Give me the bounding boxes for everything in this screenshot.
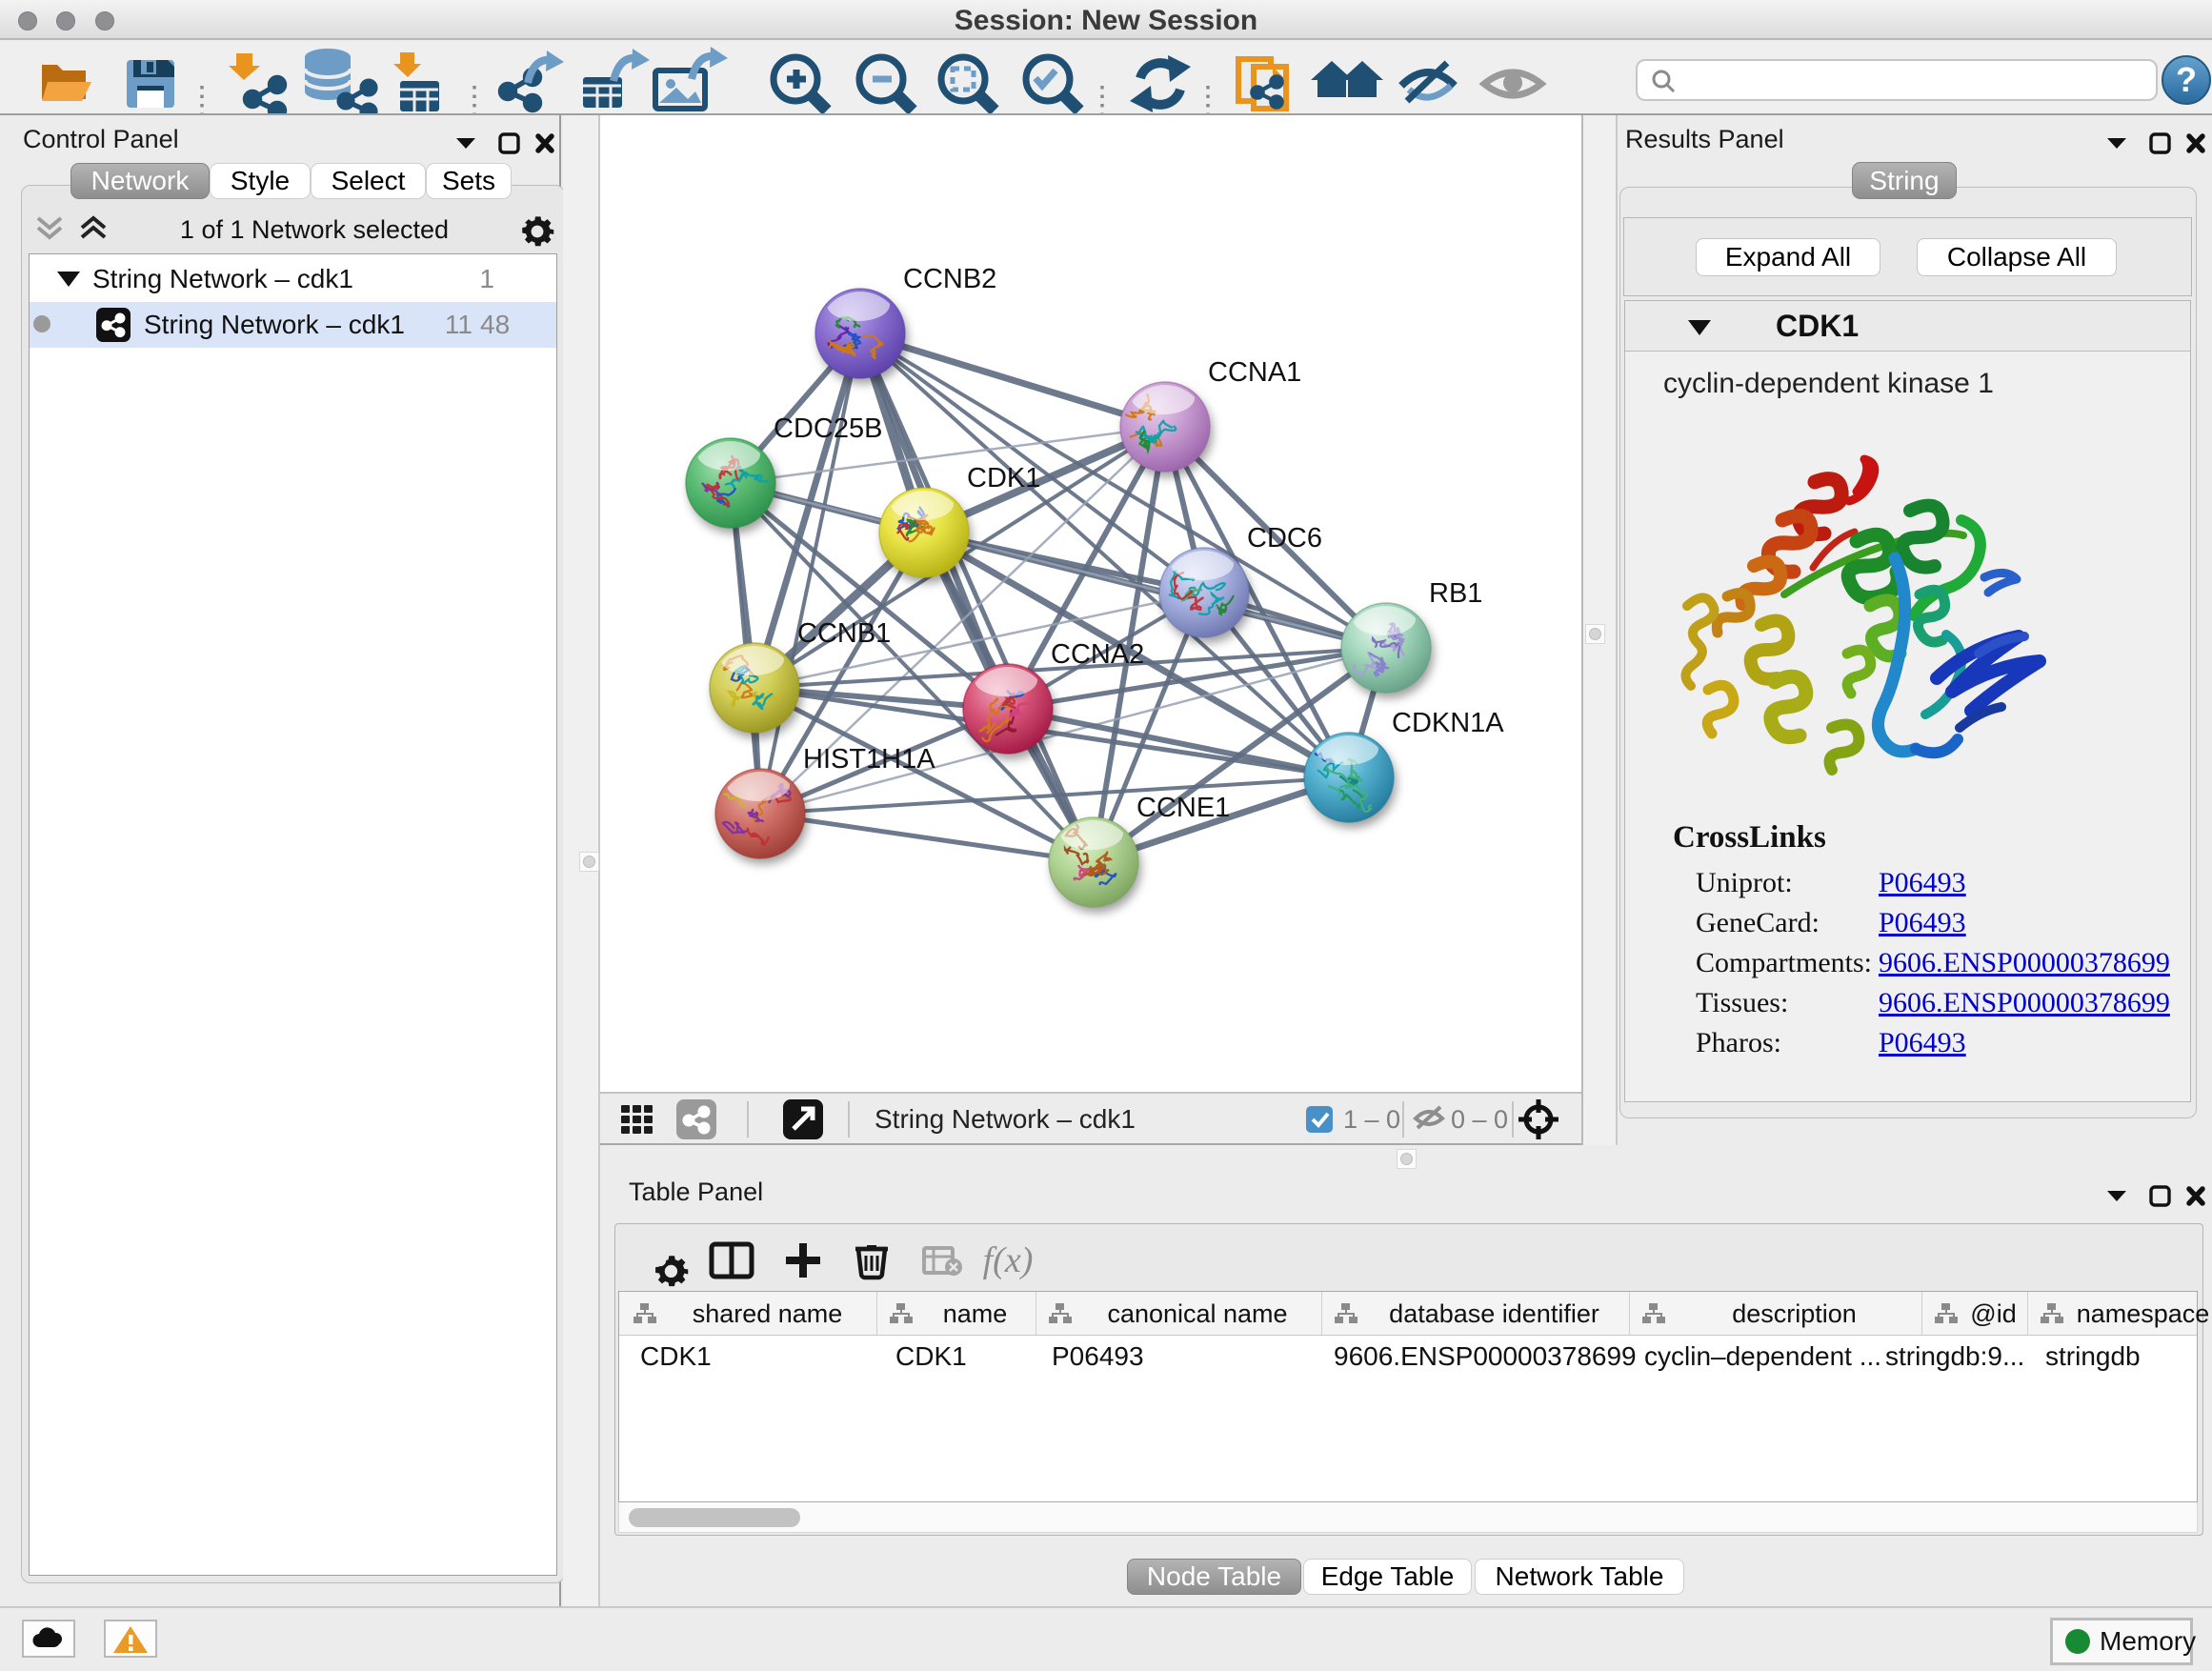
svg-text:RB1: RB1 xyxy=(1429,578,1482,609)
svg-text:CDK1: CDK1 xyxy=(967,463,1040,493)
svg-text:CCNA2: CCNA2 xyxy=(1051,639,1144,670)
svg-text:CCNB1: CCNB1 xyxy=(797,618,891,649)
svg-text:1 – 0: 1 – 0 xyxy=(1343,1105,1400,1134)
svg-text:CDC6: CDC6 xyxy=(1247,523,1322,554)
svg-text:CCNE1: CCNE1 xyxy=(1136,793,1230,823)
svg-text:CCNA1: CCNA1 xyxy=(1208,357,1301,388)
svg-text:f(x): f(x) xyxy=(983,1240,1034,1280)
svg-text:CDC25B: CDC25B xyxy=(774,413,882,444)
svg-text:CDKN1A: CDKN1A xyxy=(1392,708,1504,738)
svg-text:String Network – cdk1: String Network – cdk1 xyxy=(875,1104,1136,1134)
svg-text:0 – 0: 0 – 0 xyxy=(1451,1105,1508,1134)
svg-text:CCNB2: CCNB2 xyxy=(903,264,996,294)
svg-text:HIST1H1A: HIST1H1A xyxy=(803,744,935,775)
